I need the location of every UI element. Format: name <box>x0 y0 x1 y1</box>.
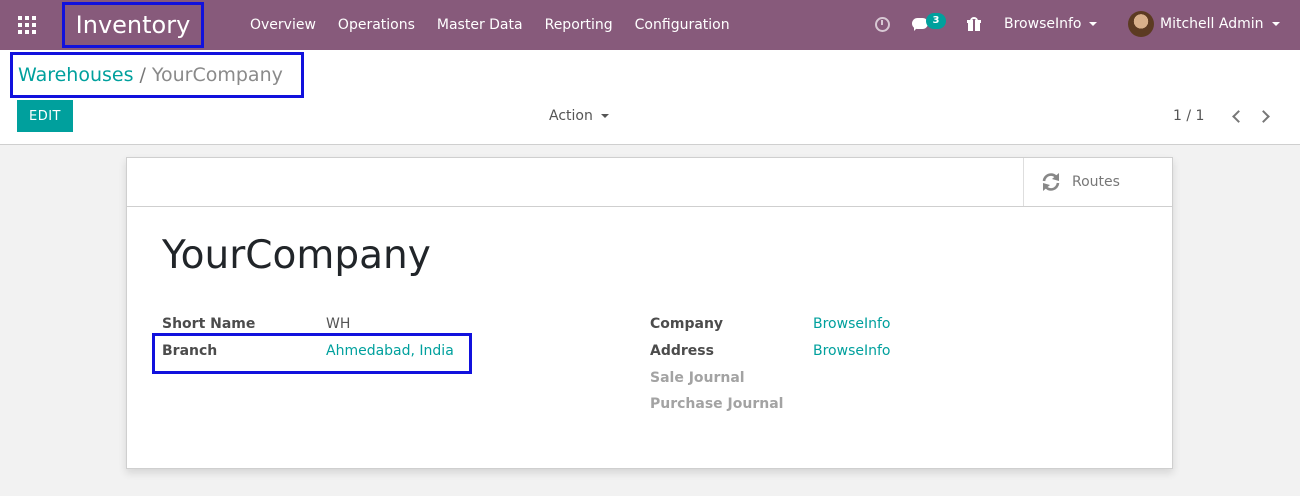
short-name-label: Short Name <box>162 316 256 332</box>
breadcrumb-separator: / <box>139 64 146 86</box>
breadcrumb-warehouses-link[interactable]: Warehouses <box>18 64 134 86</box>
gift-icon[interactable] <box>967 17 981 31</box>
menu-item-master-data[interactable]: Master Data <box>426 17 534 33</box>
action-dropdown[interactable]: Action <box>549 108 609 124</box>
pager-previous-icon[interactable] <box>1231 109 1241 123</box>
edit-button[interactable]: EDIT <box>17 100 73 132</box>
messages-count-badge: 3 <box>926 13 946 29</box>
chevron-down-icon <box>600 114 609 118</box>
breadcrumb-current: YourCompany <box>151 64 283 86</box>
branch-highlight <box>152 333 472 374</box>
avatar[interactable] <box>1128 11 1154 37</box>
app-title[interactable]: Inventory <box>62 2 204 48</box>
smart-button-box: Routes <box>127 158 1172 207</box>
chevron-down-icon <box>1089 22 1098 26</box>
company-label: Company <box>650 316 724 332</box>
pager-next-icon[interactable] <box>1259 109 1269 123</box>
chevron-down-icon <box>1271 22 1280 26</box>
top-navbar: Inventory Overview Operations Master Dat… <box>0 0 1300 50</box>
menu-item-configuration[interactable]: Configuration <box>624 17 741 33</box>
user-name: Mitchell Admin <box>1160 16 1264 32</box>
company-switcher[interactable]: BrowseInfo <box>1004 16 1098 32</box>
control-panel: Warehouses / YourCompany EDIT Action 1 /… <box>0 50 1300 145</box>
short-name-value[interactable]: WH <box>326 316 350 332</box>
address-link[interactable]: BrowseInfo <box>813 343 890 359</box>
user-menu[interactable]: Mitchell Admin <box>1160 16 1280 32</box>
action-dropdown-label: Action <box>549 108 593 124</box>
menu-item-operations[interactable]: Operations <box>327 17 426 33</box>
apps-grid-icon[interactable] <box>18 16 36 34</box>
refresh-icon <box>1040 171 1062 193</box>
pager-value: 1 / 1 <box>1173 108 1205 124</box>
main-menu: Overview Operations Master Data Reportin… <box>239 0 741 50</box>
purchase-journal-label: Purchase Journal <box>650 396 784 412</box>
company-link[interactable]: BrowseInfo <box>813 316 890 332</box>
menu-item-reporting[interactable]: Reporting <box>534 17 624 33</box>
breadcrumb: Warehouses / YourCompany <box>10 52 304 98</box>
clock-icon[interactable] <box>875 17 890 32</box>
menu-item-overview[interactable]: Overview <box>239 17 327 33</box>
routes-button-label: Routes <box>1072 174 1120 190</box>
record-title: YourCompany <box>162 233 431 278</box>
company-switcher-label: BrowseInfo <box>1004 16 1082 32</box>
address-label: Address <box>650 343 714 359</box>
routes-button[interactable]: Routes <box>1023 158 1172 206</box>
sale-journal-label: Sale Journal <box>650 370 745 386</box>
form-sheet: Routes YourCompany <box>126 157 1173 469</box>
